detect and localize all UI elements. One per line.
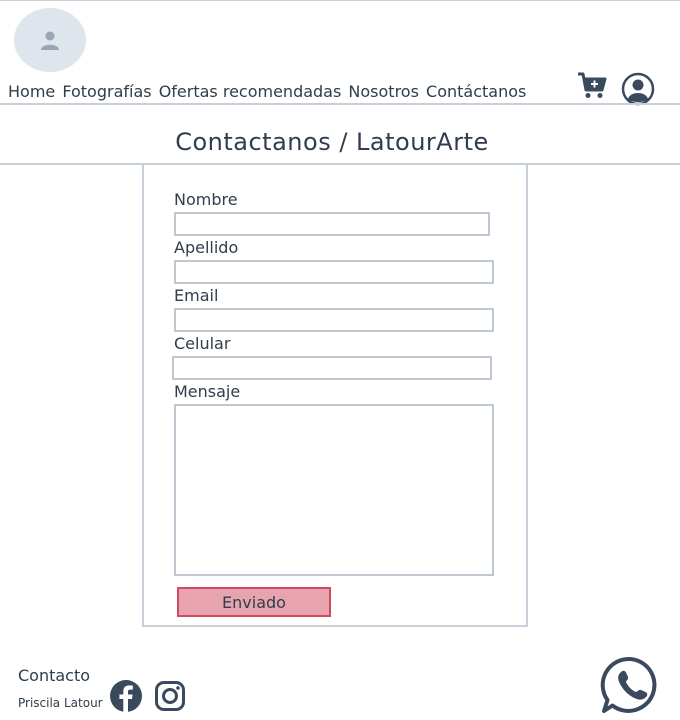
email-label: Email	[174, 286, 219, 305]
apellido-field[interactable]	[174, 260, 494, 284]
logo[interactable]	[14, 8, 86, 72]
nav-ofertas[interactable]: Ofertas recomendadas	[159, 82, 342, 101]
user-account-icon[interactable]	[621, 72, 655, 106]
cart-add-icon[interactable]	[576, 70, 608, 100]
nav-divider	[0, 103, 680, 105]
user-placeholder-icon	[41, 31, 59, 50]
nombre-field[interactable]	[174, 212, 490, 236]
footer-title: Contacto	[18, 666, 91, 685]
top-divider	[0, 0, 680, 1]
nav-nosotros[interactable]: Nosotros	[348, 82, 419, 101]
celular-label: Celular	[174, 334, 231, 353]
nav-fotografias[interactable]: Fotografías	[62, 82, 151, 101]
nav-home[interactable]: Home	[8, 82, 55, 101]
whatsapp-icon[interactable]	[600, 655, 660, 715]
nav-contactanos[interactable]: Contáctanos	[426, 82, 526, 101]
apellido-label: Apellido	[174, 238, 239, 257]
footer-name: Priscila Latour	[18, 696, 103, 710]
email-field[interactable]	[174, 308, 494, 332]
mensaje-textarea[interactable]	[174, 404, 494, 576]
celular-field[interactable]	[172, 356, 492, 380]
nombre-label: Nombre	[174, 190, 238, 209]
mensaje-label: Mensaje	[174, 382, 241, 401]
instagram-icon[interactable]	[154, 680, 186, 712]
main-nav: Home Fotografías Ofertas recomendadas No…	[8, 82, 528, 101]
facebook-icon[interactable]	[109, 679, 143, 713]
page-title: Contactanos / LatourArte	[175, 128, 489, 156]
submit-button[interactable]: Enviado	[177, 587, 331, 617]
